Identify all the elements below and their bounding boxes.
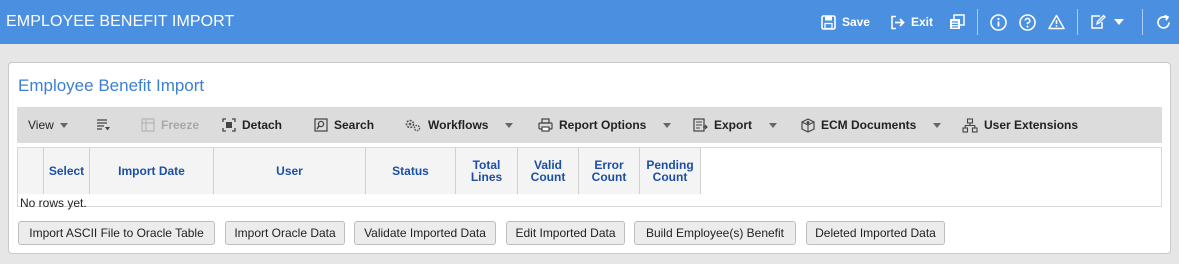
ecm-documents-label: ECM Documents (821, 118, 917, 132)
detach-button[interactable]: Detach (222, 107, 282, 143)
copy-window-button[interactable] (949, 14, 965, 30)
hierarchy-icon (962, 117, 978, 133)
deleted-imported-data-button[interactable]: Deleted Imported Data (806, 221, 945, 245)
search-label: Search (334, 118, 375, 132)
freeze-button[interactable]: Freeze (141, 107, 199, 143)
column-header-pending-count[interactable]: Pending Count (640, 148, 701, 194)
column-header-total-lines[interactable]: Total Lines (456, 148, 518, 194)
chevron-down-icon (663, 122, 672, 128)
column-chooser-button[interactable] (96, 107, 118, 143)
column-header-select[interactable]: Select (44, 148, 90, 194)
user-extensions-button[interactable]: User Extensions (962, 107, 1078, 143)
workflows-label: Workflows (428, 118, 489, 132)
chevron-down-icon (769, 122, 778, 128)
view-menu[interactable]: View (28, 107, 68, 143)
import-oracle-data-button[interactable]: Import Oracle Data (225, 221, 345, 245)
report-options-menu[interactable]: Report Options (538, 107, 672, 143)
report-options-label: Report Options (559, 118, 647, 132)
export-menu[interactable]: Export (693, 107, 778, 143)
empty-grid-message: No rows yet. (20, 196, 87, 210)
info-icon (990, 13, 1007, 31)
ecm-documents-icon (801, 117, 815, 133)
chevron-down-icon (1114, 19, 1124, 25)
export-icon (693, 118, 708, 132)
user-extensions-label: User Extensions (984, 118, 1079, 132)
help-button[interactable] (1019, 13, 1036, 31)
chevron-down-icon (933, 122, 942, 128)
grid-header: Select Import Date User Status Total Line… (18, 148, 701, 194)
gears-icon (404, 118, 422, 132)
chevron-down-icon (505, 122, 514, 128)
edit-menu-button[interactable] (1090, 14, 1124, 30)
validate-imported-data-button[interactable]: Validate Imported Data (354, 221, 496, 245)
print-icon (538, 118, 553, 132)
column-header-status[interactable]: Status (366, 148, 456, 194)
column-header-error-count[interactable]: Error Count (579, 148, 640, 194)
exit-button[interactable]: Exit (890, 15, 933, 30)
toolbar-separator (1077, 9, 1078, 35)
panel-title: Employee Benefit Import (18, 76, 205, 95)
search-icon (314, 118, 328, 132)
save-icon (821, 14, 836, 30)
column-header-import-date[interactable]: Import Date (90, 148, 214, 194)
refresh-button[interactable] (1155, 14, 1172, 31)
toolbar-separator (977, 9, 978, 35)
workflows-menu[interactable]: Workflows (404, 107, 514, 143)
toolbar-separator (1142, 9, 1143, 35)
help-icon (1019, 13, 1036, 31)
freeze-icon (141, 118, 155, 132)
exit-label: Exit (910, 15, 933, 29)
row-selector-header (18, 148, 44, 194)
ecm-documents-menu[interactable]: ECM Documents (801, 107, 942, 143)
info-button[interactable] (990, 13, 1007, 31)
save-label: Save (841, 15, 870, 29)
title-bar: EMPLOYEE BENEFIT IMPORT Save Exit (0, 0, 1179, 44)
data-grid: Select Import Date User Status Total Line… (17, 147, 1162, 210)
window-title: EMPLOYEE BENEFIT IMPORT (6, 13, 235, 30)
edit-imported-data-button[interactable]: Edit Imported Data (506, 221, 625, 245)
column-chooser-icon (96, 118, 112, 132)
freeze-label: Freeze (161, 118, 200, 132)
edit-icon (1090, 14, 1106, 30)
import-ascii-file-button[interactable]: Import ASCII File to Oracle Table (18, 221, 215, 245)
warning-icon (1048, 14, 1065, 30)
main-panel: Employee Benefit Import View Freeze Deta… (8, 62, 1171, 254)
detach-label: Detach (242, 118, 283, 132)
save-button[interactable]: Save (821, 14, 870, 30)
exit-icon (890, 15, 906, 30)
detach-icon (222, 118, 236, 132)
refresh-icon (1155, 14, 1172, 31)
export-label: Export (714, 118, 753, 132)
chevron-down-icon (59, 122, 68, 128)
build-employee-benefit-button[interactable]: Build Employee(s) Benefit (634, 221, 796, 245)
view-label: View (28, 118, 54, 132)
warning-button[interactable] (1048, 14, 1065, 30)
column-header-user[interactable]: User (214, 148, 366, 194)
title-bar-actions: Save Exit (821, 0, 1179, 44)
column-header-valid-count[interactable]: Valid Count (518, 148, 579, 194)
copy-window-icon (949, 14, 965, 30)
search-button[interactable]: Search (314, 107, 374, 143)
grid-toolbar: View Freeze Detach Search Workflows Repo… (17, 107, 1162, 143)
